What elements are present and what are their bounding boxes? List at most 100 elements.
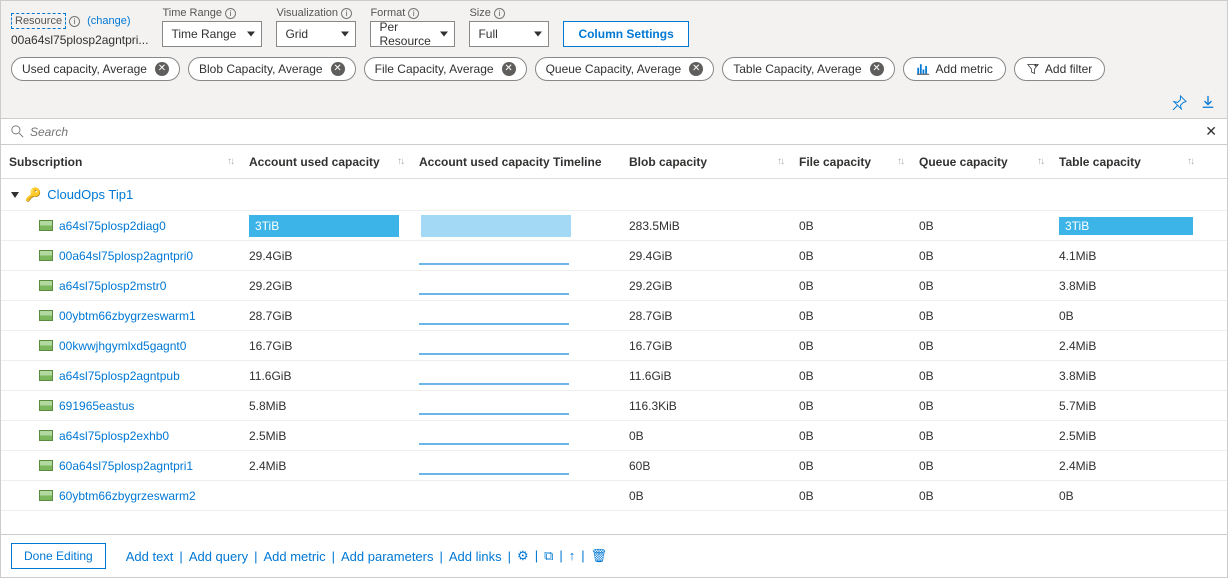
table-row[interactable]: a64sl75plosp2diag0 3TiB 283.5MiB 0B 0B 3…: [1, 211, 1227, 241]
toolbar: Resource i (change) 00a64sl75plosp2agntp…: [1, 1, 1227, 57]
storage-account-link[interactable]: a64sl75plosp2mstr0: [9, 279, 166, 293]
table-row[interactable]: 691965eastus 5.8MiB 116.3KiB 0B 0B 5.7Mi…: [1, 391, 1227, 421]
storage-account-link[interactable]: 60ybtm66zbygrzeswarm2: [9, 489, 196, 503]
metric-pill-label: File Capacity, Average: [375, 62, 494, 76]
queue-capacity-cell: 0B: [919, 219, 934, 233]
info-icon: i: [494, 8, 505, 19]
svg-text:+: +: [1034, 63, 1038, 70]
table-capacity-cell: 3.8MiB: [1059, 369, 1096, 383]
table-capacity-cell: 2.5MiB: [1059, 429, 1096, 443]
remove-icon[interactable]: ✕: [502, 62, 516, 76]
metric-pill[interactable]: Used capacity, Average✕: [11, 57, 180, 81]
remove-icon[interactable]: ✕: [689, 62, 703, 76]
table-row[interactable]: 00a64sl75plosp2agntpri0 29.4GiB 29.4GiB …: [1, 241, 1227, 271]
col-file[interactable]: File capacity↑↓: [791, 155, 911, 169]
storage-account-link[interactable]: 00ybtm66zbygrzeswarm1: [9, 309, 196, 323]
file-capacity-cell: 0B: [799, 459, 814, 473]
storage-account-link[interactable]: 60a64sl75plosp2agntpri1: [9, 459, 193, 473]
metric-pill-label: Table Capacity, Average: [733, 62, 861, 76]
used-capacity-cell: 11.6GiB: [249, 369, 291, 383]
storage-account-link[interactable]: a64sl75plosp2agntpub: [9, 369, 180, 383]
col-subscription[interactable]: Subscription↑↓: [1, 155, 241, 169]
timeline-cell: [419, 383, 569, 385]
add-text-link[interactable]: Add text: [126, 549, 174, 564]
close-icon[interactable]: ✕: [1205, 123, 1217, 140]
table-row[interactable]: a64sl75plosp2mstr0 29.2GiB 29.2GiB 0B 0B…: [1, 271, 1227, 301]
copy-icon[interactable]: ⧉: [544, 548, 553, 564]
remove-icon[interactable]: ✕: [331, 62, 345, 76]
file-capacity-cell: 0B: [799, 489, 814, 503]
timeline-cell: [419, 323, 569, 325]
download-icon[interactable]: [1201, 95, 1215, 114]
blob-capacity-cell: 16.7GiB: [629, 339, 672, 353]
info-icon: i: [225, 8, 236, 19]
table-row[interactable]: 00kwwjhgymlxd5gagnt0 16.7GiB 16.7GiB 0B …: [1, 331, 1227, 361]
storage-icon: [39, 460, 53, 471]
visualization-select[interactable]: Grid: [276, 21, 356, 47]
sort-icon: ↑↓: [397, 156, 403, 167]
add-filter-button[interactable]: + Add filter: [1014, 57, 1105, 81]
add-query-link[interactable]: Add query: [189, 549, 248, 564]
size-select[interactable]: Full: [469, 21, 549, 47]
table-row[interactable]: a64sl75plosp2exhb0 2.5MiB 0B 0B 0B 2.5Mi…: [1, 421, 1227, 451]
size-label: Size: [469, 7, 490, 19]
add-links-link[interactable]: Add links: [449, 549, 502, 564]
table-capacity-cell: 2.4MiB: [1059, 459, 1096, 473]
time-range-select[interactable]: Time Range: [162, 21, 262, 47]
blob-capacity-cell: 29.4GiB: [629, 249, 672, 263]
column-settings-button[interactable]: Column Settings: [563, 21, 688, 47]
file-capacity-cell: 0B: [799, 279, 814, 293]
header-actions: [1, 91, 1227, 119]
metric-pill[interactable]: Queue Capacity, Average✕: [535, 57, 715, 81]
col-table[interactable]: Table capacity↑↓: [1051, 155, 1201, 169]
table-capacity-cell: 5.7MiB: [1059, 399, 1096, 413]
chart-icon: [916, 62, 930, 76]
resource-picker[interactable]: Resource i (change) 00a64sl75plosp2agntp…: [11, 13, 148, 47]
search-row: ✕: [1, 119, 1227, 145]
table-row[interactable]: 00ybtm66zbygrzeswarm1 28.7GiB 28.7GiB 0B…: [1, 301, 1227, 331]
table-row[interactable]: a64sl75plosp2agntpub 11.6GiB 11.6GiB 0B …: [1, 361, 1227, 391]
remove-icon[interactable]: ✕: [870, 62, 884, 76]
file-capacity-cell: 0B: [799, 399, 814, 413]
info-icon: i: [341, 8, 352, 19]
trash-icon[interactable]: 🗑: [591, 548, 608, 564]
group-name: CloudOps Tip1: [47, 187, 133, 202]
table-row[interactable]: 60a64sl75plosp2agntpri1 2.4MiB 60B 0B 0B…: [1, 451, 1227, 481]
col-timeline[interactable]: Account used capacity Timeline: [411, 155, 621, 169]
change-link[interactable]: (change): [87, 15, 130, 27]
metric-pill[interactable]: File Capacity, Average ✕: [364, 57, 527, 81]
arrow-up-icon[interactable]: ↑: [569, 548, 576, 564]
metric-pill[interactable]: Blob Capacity, Average✕: [188, 57, 356, 81]
storage-account-link[interactable]: 00kwwjhgymlxd5gagnt0: [9, 339, 186, 353]
used-capacity-cell: 2.4MiB: [249, 459, 286, 473]
data-grid: Subscription↑↓ Account used capacity↑↓ A…: [1, 145, 1227, 534]
remove-icon[interactable]: ✕: [155, 62, 169, 76]
add-parameters-link[interactable]: Add parameters: [341, 549, 434, 564]
storage-icon: [39, 430, 53, 441]
pin-icon[interactable]: [1172, 95, 1187, 114]
group-row[interactable]: 🔑 CloudOps Tip1: [1, 179, 1227, 211]
file-capacity-cell: 0B: [799, 219, 814, 233]
done-editing-button[interactable]: Done Editing: [11, 543, 106, 569]
storage-icon: [39, 340, 53, 351]
gear-icon[interactable]: ⚙: [517, 548, 529, 564]
storage-account-link[interactable]: 691965eastus: [9, 399, 134, 413]
storage-account-link[interactable]: a64sl75plosp2diag0: [9, 219, 166, 233]
queue-capacity-cell: 0B: [919, 429, 934, 443]
storage-account-link[interactable]: a64sl75plosp2exhb0: [9, 429, 169, 443]
format-select[interactable]: Per Resource: [370, 21, 455, 47]
col-queue[interactable]: Queue capacity↑↓: [911, 155, 1051, 169]
table-row[interactable]: 60ybtm66zbygrzeswarm2 0B 0B 0B 0B: [1, 481, 1227, 511]
resource-label: Resource: [11, 13, 66, 29]
used-capacity-cell: 5.8MiB: [249, 399, 286, 413]
storage-account-link[interactable]: 00a64sl75plosp2agntpri0: [9, 249, 193, 263]
search-input[interactable]: [30, 125, 1205, 139]
col-blob[interactable]: Blob capacity↑↓: [621, 155, 791, 169]
footer-toolbar: Done Editing Add text | Add query | Add …: [1, 534, 1227, 577]
blob-capacity-cell: 0B: [629, 489, 644, 503]
metric-pill[interactable]: Table Capacity, Average ✕: [722, 57, 894, 81]
col-used[interactable]: Account used capacity↑↓: [241, 155, 411, 169]
add-metric-button[interactable]: Add metric: [903, 57, 1006, 81]
used-capacity-cell: 3TiB: [249, 215, 399, 237]
add-metric-link[interactable]: Add metric: [263, 549, 325, 564]
